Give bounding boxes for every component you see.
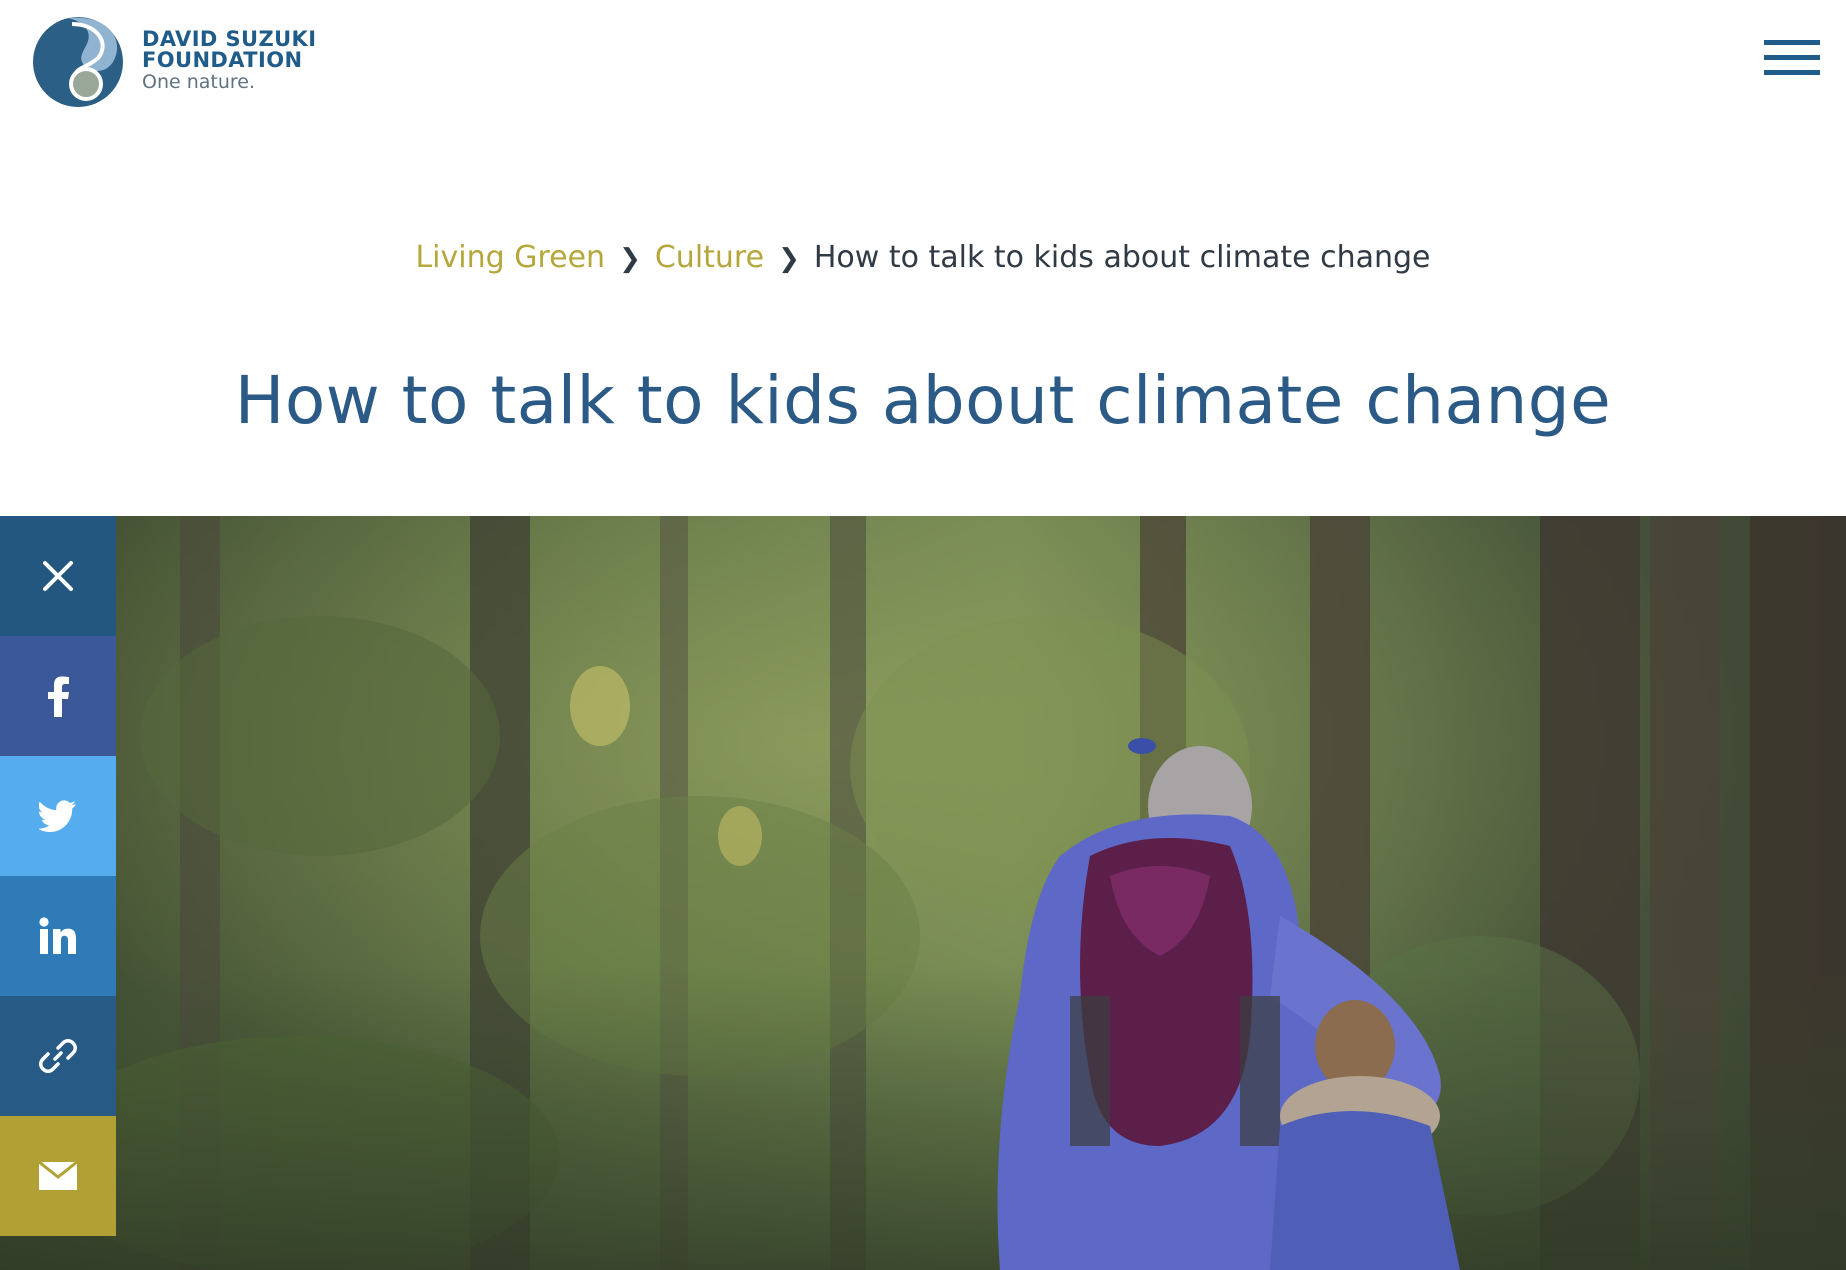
foundation-logo-icon	[33, 17, 123, 107]
email-icon	[39, 1162, 77, 1190]
breadcrumb-living-green[interactable]: Living Green	[415, 240, 605, 275]
linkedin-share-button[interactable]	[0, 876, 116, 996]
close-icon	[43, 561, 73, 591]
email-share-button[interactable]	[0, 1116, 116, 1236]
facebook-share-button[interactable]	[0, 636, 116, 756]
hero-image	[0, 516, 1846, 1270]
copy-link-button[interactable]	[0, 996, 116, 1116]
logo-line-2: FOUNDATION	[142, 47, 303, 72]
forest-photo	[0, 516, 1846, 1270]
link-icon	[39, 1039, 77, 1073]
site-header: DAVID SUZUKI FOUNDATION One nature.	[0, 0, 1846, 130]
share-bar	[0, 516, 116, 1236]
linkedin-icon	[39, 917, 76, 954]
chevron-right-icon: ❯	[778, 244, 800, 274]
facebook-icon	[48, 676, 69, 717]
logo-line-1: DAVID SUZUKI	[142, 26, 317, 51]
logo-wordmark: DAVID SUZUKI FOUNDATION One nature.	[142, 26, 317, 93]
hamburger-menu-icon[interactable]	[1764, 40, 1820, 80]
breadcrumb: Living Green ❯ Culture ❯ How to talk to kids…	[0, 240, 1846, 275]
page-title: How to talk to kids about climate change	[234, 362, 1612, 439]
close-share-button[interactable]	[0, 516, 116, 636]
chevron-right-icon: ❯	[619, 244, 641, 274]
breadcrumb-current: How to talk to kids about climate change	[813, 240, 1431, 275]
twitter-icon	[39, 800, 76, 832]
breadcrumb-culture[interactable]: Culture	[655, 240, 764, 275]
twitter-share-button[interactable]	[0, 756, 116, 876]
site-logo[interactable]: DAVID SUZUKI FOUNDATION One nature.	[28, 10, 316, 110]
logo-tagline: One nature.	[142, 70, 256, 93]
